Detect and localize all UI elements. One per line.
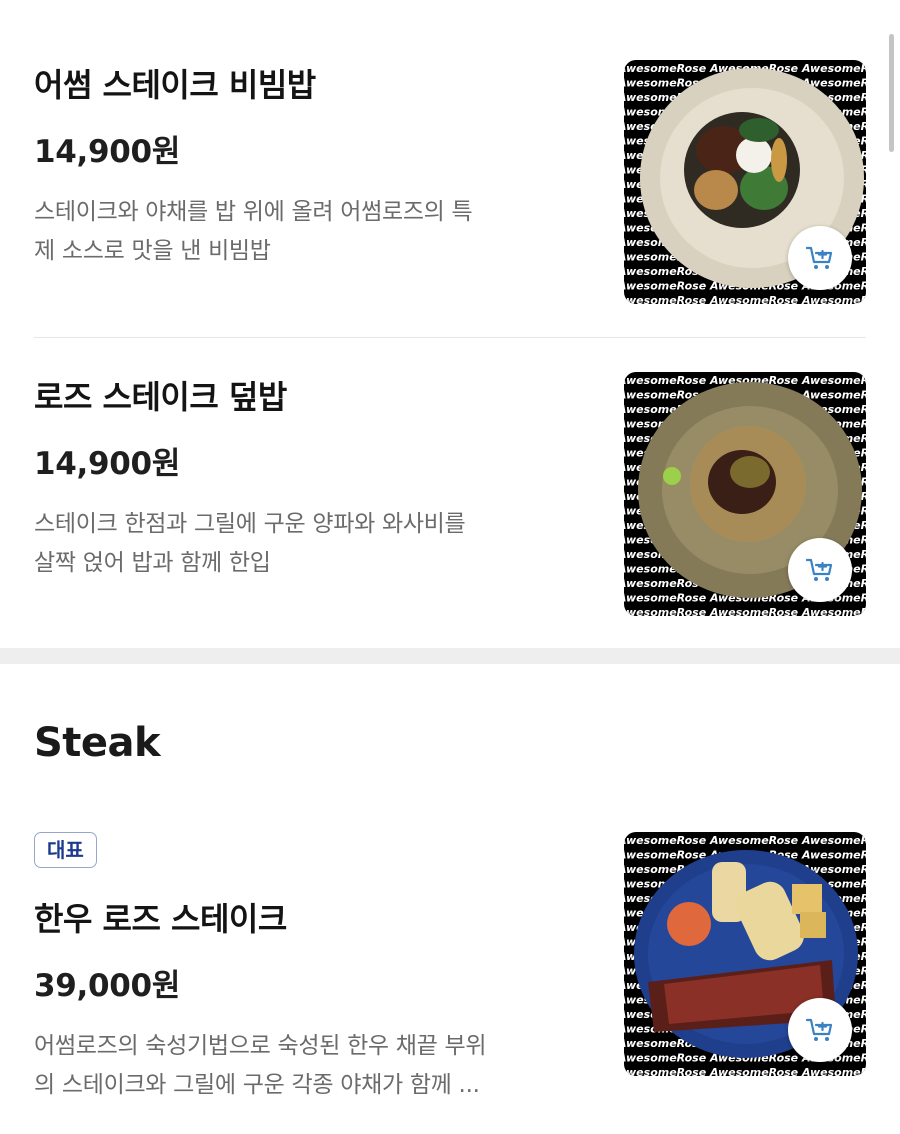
add-to-cart-button[interactable]: [788, 226, 852, 290]
menu-item-description-line: 제 소스로 맛을 낸 비빔밥: [34, 238, 271, 264]
menu-item[interactable]: 대표 한우 로즈 스테이크 39,000원 어썸로즈의 숙성기법으로 숙성된 한…: [34, 832, 866, 1122]
menu-item-description-line: 의 스테이크와 그릴에 구운 각종 야채가 함께 ...: [34, 1072, 480, 1098]
menu-item-info: 어썸 스테이크 비빔밥 14,900원 스테이크와 야채를 밥 위에 올려 어썸…: [34, 60, 594, 271]
watermark-line: AwesomeRose AwesomeRose AwesomeRose Awes…: [624, 834, 866, 847]
menu-item-description-line: 스테이크와 야채를 밥 위에 올려 어썸로즈의 특: [34, 199, 473, 225]
section-title: Steak: [34, 720, 161, 766]
menu-item-description: 스테이크 한점과 그릴에 구운 양파와 와사비를 살짝 얹어 밥과 함께 한입: [34, 505, 594, 583]
menu-item-price: 14,900원: [34, 446, 181, 482]
menu-item-info: 대표 한우 로즈 스테이크 39,000원 어썸로즈의 숙성기법으로 숙성된 한…: [34, 832, 594, 1105]
menu-item-description-line: 살짝 얹어 밥과 함께 한입: [34, 550, 271, 576]
menu-item-description-line: 스테이크 한점과 그릴에 구운 양파와 와사비를: [34, 511, 466, 537]
menu-item-description: 어썸로즈의 숙성기법으로 숙성된 한우 채끝 부위 의 스테이크와 그릴에 구운…: [34, 1027, 594, 1105]
menu-item-photo[interactable]: AwesomeRose AwesomeRose AwesomeRose Awes…: [624, 372, 866, 616]
add-to-cart-icon: [805, 1018, 833, 1041]
menu-item-photo[interactable]: AwesomeRose AwesomeRose AwesomeRose Awes…: [624, 60, 866, 304]
menu-item-description: 스테이크와 야채를 밥 위에 올려 어썸로즈의 특 제 소스로 맛을 낸 비빔밥: [34, 193, 594, 271]
menu-item-description-line: 어썸로즈의 숙성기법으로 숙성된 한우 채끝 부위: [34, 1033, 487, 1059]
menu-item[interactable]: 어썸 스테이크 비빔밥 14,900원 스테이크와 야채를 밥 위에 올려 어썸…: [34, 60, 866, 304]
menu-item-photo[interactable]: AwesomeRose AwesomeRose AwesomeRose Awes…: [624, 832, 866, 1076]
menu-item-name: 어썸 스테이크 비빔밥: [34, 66, 316, 104]
add-to-cart-button[interactable]: [788, 538, 852, 602]
menu-item-name: 한우 로즈 스테이크: [34, 900, 287, 938]
menu-item-name: 로즈 스테이크 덮밥: [34, 378, 287, 416]
menu-item-price: 14,900원: [34, 134, 181, 170]
signature-badge: 대표: [34, 832, 97, 868]
divider: [34, 337, 866, 338]
watermark-line: AwesomeRose AwesomeRose AwesomeRose Awes…: [624, 1066, 866, 1076]
add-to-cart-icon: [805, 558, 833, 581]
menu-item-info: 로즈 스테이크 덮밥 14,900원 스테이크 한점과 그릴에 구운 양파와 와…: [34, 372, 594, 583]
section-separator: [0, 648, 900, 664]
menu-item-price: 39,000원: [34, 968, 181, 1004]
menu-page: 어썸 스테이크 비빔밥 14,900원 스테이크와 야채를 밥 위에 올려 어썸…: [0, 0, 900, 1134]
scrollbar[interactable]: [889, 34, 894, 152]
add-to-cart-icon: [805, 246, 833, 269]
menu-item[interactable]: 로즈 스테이크 덮밥 14,900원 스테이크 한점과 그릴에 구운 양파와 와…: [34, 372, 866, 616]
watermark-line: AwesomeRose AwesomeRose AwesomeRose Awes…: [624, 294, 866, 304]
watermark-line: AwesomeRose AwesomeRose AwesomeRose Awes…: [624, 606, 866, 616]
add-to-cart-button[interactable]: [788, 998, 852, 1062]
